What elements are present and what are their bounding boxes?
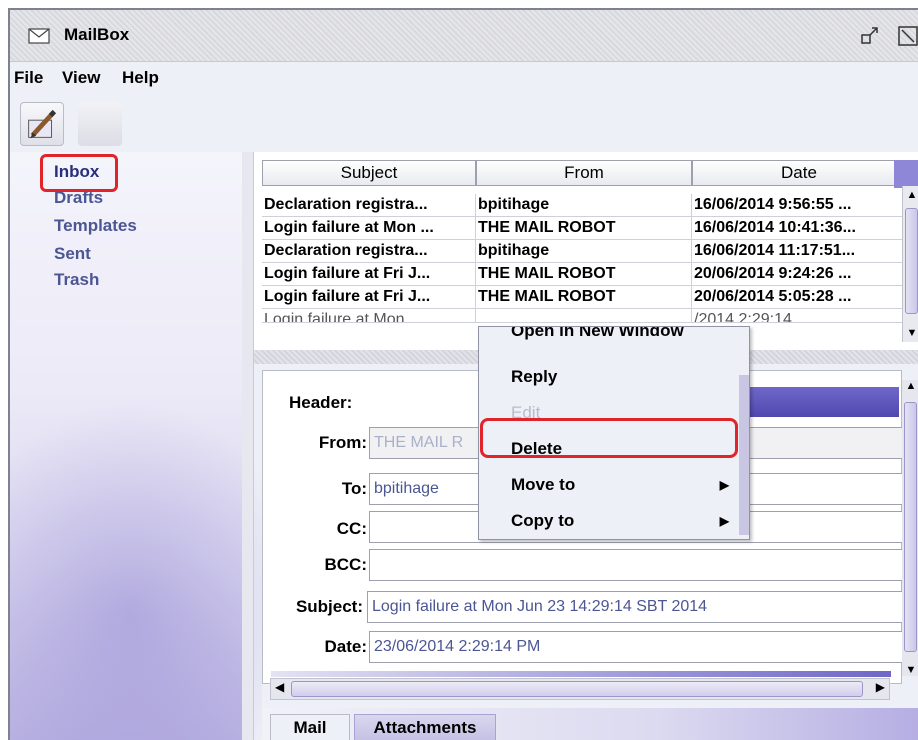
cell-subject: Login failure at Fri J...	[262, 263, 476, 286]
table-row[interactable]: Login failure at Fri J... THE MAIL ROBOT…	[262, 286, 906, 309]
table-header: Subject From Date	[262, 160, 906, 186]
tab-mail[interactable]: Mail	[270, 714, 350, 740]
cell-subject: Login failure at Mon ...	[262, 309, 476, 323]
cell-subject: Declaration registra...	[262, 240, 476, 263]
detail-scrollbar[interactable]: ▲ ▼	[902, 380, 918, 676]
detail-hscrollbar[interactable]: ◀ ▶	[270, 678, 890, 700]
cell-from: THE MAIL ROBOT	[476, 263, 692, 286]
window-title: MailBox	[64, 25, 130, 44]
bcc-field[interactable]	[369, 549, 903, 581]
table-row[interactable]: Declaration registra... bpitihage 16/06/…	[262, 240, 906, 263]
tab-attachments[interactable]: Attachments	[354, 714, 496, 740]
table-row[interactable]: Login failure at Fri J... THE MAIL ROBOT…	[262, 263, 906, 286]
menu-item-reply[interactable]: Reply	[479, 359, 749, 395]
sidebar-item-trash[interactable]: Trash	[54, 270, 99, 290]
header-corner	[894, 160, 918, 188]
sidebar-item-templates[interactable]: Templates	[54, 216, 137, 236]
hscroll-thumb[interactable]	[291, 681, 863, 697]
menu-item-move-to[interactable]: Move to ▶	[479, 467, 749, 503]
menu-file[interactable]: File	[14, 68, 43, 88]
cell-date: 20/06/2014 5:05:28 ...	[692, 286, 906, 309]
detail-tabs: Mail Attachments	[262, 708, 918, 740]
submenu-arrow-icon: ▶	[719, 478, 729, 492]
cell-subject: Declaration registra...	[262, 194, 476, 217]
delete-highlight	[480, 418, 738, 458]
inbox-highlight	[40, 154, 118, 192]
move-to-label: Move to	[511, 475, 576, 494]
cell-subject: Login failure at Fri J...	[262, 286, 476, 309]
column-date[interactable]: Date	[692, 160, 906, 186]
menu-item-open-new-window[interactable]: Open in New Window	[479, 327, 749, 349]
menu-view[interactable]: View	[62, 68, 100, 88]
cell-from: bpitihage	[476, 240, 692, 263]
message-table: Subject From Date Declaration registra..…	[254, 152, 918, 350]
table-scrollbar[interactable]: ▲ ▼	[902, 186, 918, 342]
table-row[interactable]: Login failure at Mon ... /2014 2:29:14	[262, 309, 906, 323]
scroll-up-icon[interactable]: ▲	[903, 186, 918, 204]
bcc-label: BCC:	[324, 555, 368, 574]
column-subject[interactable]: Subject	[262, 160, 476, 186]
compose-button[interactable]	[20, 102, 64, 146]
copy-to-label: Copy to	[511, 511, 575, 530]
subject-label: Subject:	[295, 597, 363, 616]
column-from[interactable]: From	[476, 160, 692, 186]
table-body: Declaration registra... bpitihage 16/06/…	[262, 194, 906, 323]
cell-date: /2014 2:29:14	[692, 309, 906, 323]
folder-sidebar	[10, 152, 310, 740]
toolbar	[10, 96, 918, 152]
sidebar-item-sent[interactable]: Sent	[54, 244, 91, 264]
cell-from	[476, 309, 692, 323]
menu-item-copy-to[interactable]: Copy to ▶	[479, 503, 749, 539]
vertical-splitter[interactable]	[242, 152, 254, 740]
date-field[interactable]: 23/06/2014 2:29:14 PM	[369, 631, 903, 663]
cell-subject: Login failure at Mon ...	[262, 217, 476, 240]
cell-from: bpitihage	[476, 194, 692, 217]
scroll-up-icon[interactable]: ▲	[902, 380, 918, 392]
envelope-icon	[28, 28, 50, 44]
menu-bar: File View Help	[10, 62, 918, 96]
submenu-arrow-icon: ▶	[719, 514, 729, 528]
table-row[interactable]: Declaration registra... bpitihage 16/06/…	[262, 194, 906, 217]
menu-help[interactable]: Help	[122, 68, 159, 88]
toolbar-blank-button[interactable]	[78, 102, 122, 146]
from-label: From:	[318, 433, 367, 452]
scroll-down-icon[interactable]: ▼	[903, 324, 918, 342]
cell-date: 16/06/2014 9:56:55 ...	[692, 194, 906, 217]
header-label: Header:	[289, 393, 353, 412]
scroll-down-icon[interactable]: ▼	[902, 664, 918, 676]
scroll-thumb[interactable]	[904, 402, 917, 652]
sidebar-item-drafts[interactable]: Drafts	[54, 192, 103, 208]
cell-from: THE MAIL ROBOT	[476, 286, 692, 309]
title-bar[interactable]: MailBox	[10, 10, 918, 62]
cell-from: THE MAIL ROBOT	[476, 217, 692, 240]
header-title-bar	[741, 387, 899, 417]
to-label: To:	[341, 479, 367, 498]
close-icon[interactable]	[896, 24, 918, 48]
cc-label: CC:	[336, 519, 367, 538]
menu-edge	[739, 375, 749, 535]
pencil-icon	[28, 109, 57, 139]
restore-icon[interactable]	[858, 24, 882, 48]
subject-field[interactable]: Login failure at Mon Jun 23 14:29:14 SBT…	[367, 591, 903, 623]
cell-date: 20/06/2014 9:24:26 ...	[692, 263, 906, 286]
table-row[interactable]: Login failure at Mon ... THE MAIL ROBOT …	[262, 217, 906, 240]
mailbox-window: MailBox File View Help Inbox Drafts Temp…	[8, 8, 918, 740]
date-label: Date:	[324, 637, 367, 656]
cell-date: 16/06/2014 11:17:51...	[692, 240, 906, 263]
scroll-thumb[interactable]	[905, 208, 918, 314]
scroll-right-icon[interactable]: ▶	[876, 680, 885, 694]
cell-date: 16/06/2014 10:41:36...	[692, 217, 906, 240]
divider	[271, 671, 891, 677]
scroll-left-icon[interactable]: ◀	[275, 680, 284, 694]
